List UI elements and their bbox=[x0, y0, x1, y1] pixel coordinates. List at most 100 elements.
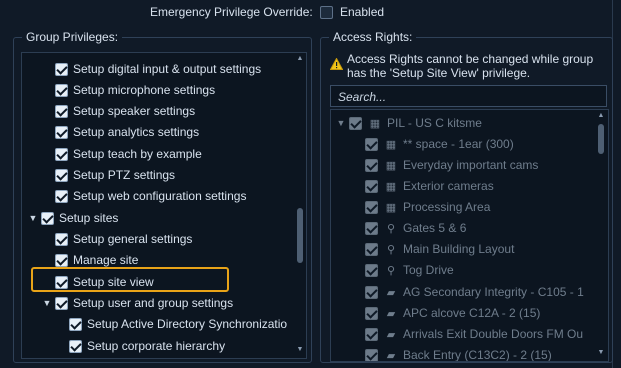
checkbox[interactable] bbox=[55, 168, 68, 182]
scroll-down-icon[interactable]: ▼ bbox=[295, 346, 305, 353]
tree-item-label: PIL - US C kitsme bbox=[387, 116, 482, 130]
tree-item-label: Setup microphone settings bbox=[73, 83, 216, 97]
warning-icon bbox=[330, 58, 343, 70]
tree-item[interactable]: Setup speaker settings bbox=[55, 102, 195, 120]
tree-item-label: APC alcove C12A - 2 (15) bbox=[403, 306, 541, 320]
tree-item: ▰ Back Entry (C13C2) - 2 (15) bbox=[365, 346, 552, 362]
map-pin-icon: ⚲ bbox=[386, 243, 396, 256]
tree-item-expandable[interactable]: ▼ Setup sites bbox=[27, 209, 119, 227]
tree-item-label: Processing Area bbox=[403, 200, 491, 214]
tree-item-label: Gates 5 & 6 bbox=[403, 221, 467, 235]
checkbox bbox=[365, 348, 378, 361]
scroll-down-icon[interactable]: ▼ bbox=[596, 349, 606, 356]
tree-item: ▦ Everyday important cams bbox=[365, 156, 538, 174]
tree-item-label: Setup corporate hierarchy bbox=[87, 339, 226, 353]
checkbox bbox=[365, 285, 378, 299]
search-placeholder: Search... bbox=[338, 90, 387, 104]
camera-icon: ▰ bbox=[386, 328, 396, 341]
checkbox bbox=[365, 306, 378, 320]
scrollbar-thumb[interactable] bbox=[598, 124, 604, 154]
tree-item-expandable[interactable]: ▼ Setup user and group settings bbox=[41, 294, 234, 312]
checkbox bbox=[365, 242, 378, 256]
chevron-down-icon[interactable]: ▼ bbox=[27, 213, 39, 223]
camera-group-icon: ▦ bbox=[385, 138, 397, 151]
top-bar: Emergency Privilege Override: Enabled bbox=[0, 0, 621, 24]
tree-item-label: Everyday important cams bbox=[403, 158, 539, 172]
checkbox[interactable] bbox=[55, 125, 68, 139]
tree-item: ⚲ Main Building Layout bbox=[365, 240, 514, 258]
checkbox bbox=[349, 116, 362, 130]
checkbox[interactable] bbox=[69, 339, 82, 353]
tree-item-label: Setup PTZ settings bbox=[73, 168, 176, 182]
emergency-override-checkbox[interactable] bbox=[320, 6, 333, 19]
camera-group-icon: ▦ bbox=[385, 180, 397, 193]
tree-item: ▦ ** space - 1ear (300) bbox=[365, 135, 514, 153]
tree-item[interactable]: Setup web configuration settings bbox=[55, 187, 246, 205]
tree-item: ▰ AG Secondary Integrity - C105 - 1 bbox=[365, 283, 584, 301]
checkbox[interactable] bbox=[55, 253, 68, 267]
checkbox bbox=[365, 179, 378, 193]
tree-item: ▦ Exterior cameras bbox=[365, 177, 494, 195]
checkbox[interactable] bbox=[55, 232, 68, 246]
camera-group-icon: ▦ bbox=[385, 201, 397, 214]
scrollbar[interactable]: ▲ ▼ bbox=[596, 110, 606, 361]
warning-text: Access Rights cannot be changed while gr… bbox=[347, 52, 594, 80]
checkbox[interactable] bbox=[55, 296, 68, 310]
tree-item-label: Setup sites bbox=[59, 211, 119, 225]
tree-item-label: Main Building Layout bbox=[403, 242, 515, 256]
search-input[interactable]: Search... bbox=[330, 85, 607, 107]
checkbox bbox=[365, 158, 378, 172]
tree-item[interactable]: Setup digital input & output settings bbox=[55, 60, 261, 78]
tree-item-label: Setup user and group settings bbox=[73, 296, 234, 310]
camera-icon: ▰ bbox=[386, 307, 396, 320]
checkbox[interactable] bbox=[55, 147, 68, 161]
scroll-up-icon[interactable]: ▲ bbox=[596, 112, 606, 119]
scroll-up-icon[interactable]: ▲ bbox=[295, 55, 305, 62]
group-privileges-panel: Group Privileges: Setup digital input & … bbox=[13, 30, 312, 363]
tree-item-label: ** space - 1ear (300) bbox=[403, 137, 514, 151]
group-privileges-title: Group Privileges: bbox=[22, 30, 123, 44]
scrollbar-thumb[interactable] bbox=[297, 208, 303, 263]
tree-item[interactable]: Setup microphone settings bbox=[55, 81, 215, 99]
camera-icon: ▰ bbox=[386, 349, 396, 362]
tree-item[interactable]: Setup analytics settings bbox=[55, 123, 199, 141]
camera-icon: ▰ bbox=[386, 286, 396, 299]
checkbox bbox=[365, 137, 378, 151]
checkbox[interactable] bbox=[55, 104, 68, 118]
tree-item-label: Arrivals Exit Double Doors FM Ou bbox=[403, 327, 584, 341]
tree-item: ⚲ Gates 5 & 6 bbox=[365, 219, 466, 237]
server-icon: ▦ bbox=[369, 117, 381, 130]
tree-item-label: Setup general settings bbox=[73, 232, 193, 246]
tree-item-label: Setup speaker settings bbox=[73, 104, 196, 118]
tree-item-label: Back Entry (C13C2) - 2 (15) bbox=[403, 348, 552, 362]
camera-group-icon: ▦ bbox=[385, 159, 397, 172]
checkbox bbox=[365, 327, 378, 341]
checkbox[interactable] bbox=[55, 83, 68, 97]
tree-item-label: Setup digital input & output settings bbox=[73, 62, 262, 76]
checkbox[interactable] bbox=[55, 189, 68, 203]
tree-item: ▰ Arrivals Exit Double Doors FM Ou bbox=[365, 325, 583, 343]
privileges-tree[interactable]: Setup digital input & output settings Se… bbox=[21, 52, 307, 359]
tree-item-label: Exterior cameras bbox=[403, 179, 494, 193]
tree-item[interactable]: Setup general settings bbox=[55, 230, 192, 248]
scrollbar[interactable]: ▲ ▼ bbox=[295, 53, 305, 358]
emergency-override-label: Emergency Privilege Override: bbox=[150, 5, 313, 19]
checkbox[interactable] bbox=[55, 62, 68, 76]
tree-item-label: Setup analytics settings bbox=[73, 125, 200, 139]
tree-item-label: AG Secondary Integrity - C105 - 1 bbox=[403, 285, 584, 299]
tree-item-expandable: ▼ ▦ PIL - US C kitsme bbox=[335, 114, 482, 132]
tree-item[interactable]: Setup corporate hierarchy bbox=[69, 337, 225, 355]
tree-item[interactable]: Setup PTZ settings bbox=[55, 166, 175, 184]
tree-item-label: Setup Active Directory Synchronizatio bbox=[87, 317, 288, 331]
checkbox[interactable] bbox=[41, 211, 54, 225]
map-pin-icon: ⚲ bbox=[386, 264, 396, 277]
tree-item[interactable]: Setup teach by example bbox=[55, 145, 202, 163]
checkbox bbox=[365, 200, 378, 214]
tree-item: ⚲ Tog Drive bbox=[365, 261, 454, 279]
checkbox bbox=[365, 263, 378, 277]
chevron-down-icon: ▼ bbox=[336, 118, 346, 128]
tree-item-label: Setup teach by example bbox=[73, 147, 202, 161]
tree-item[interactable]: Setup Active Directory Synchronizatio bbox=[69, 315, 287, 333]
chevron-down-icon[interactable]: ▼ bbox=[41, 298, 53, 308]
checkbox[interactable] bbox=[69, 317, 82, 331]
